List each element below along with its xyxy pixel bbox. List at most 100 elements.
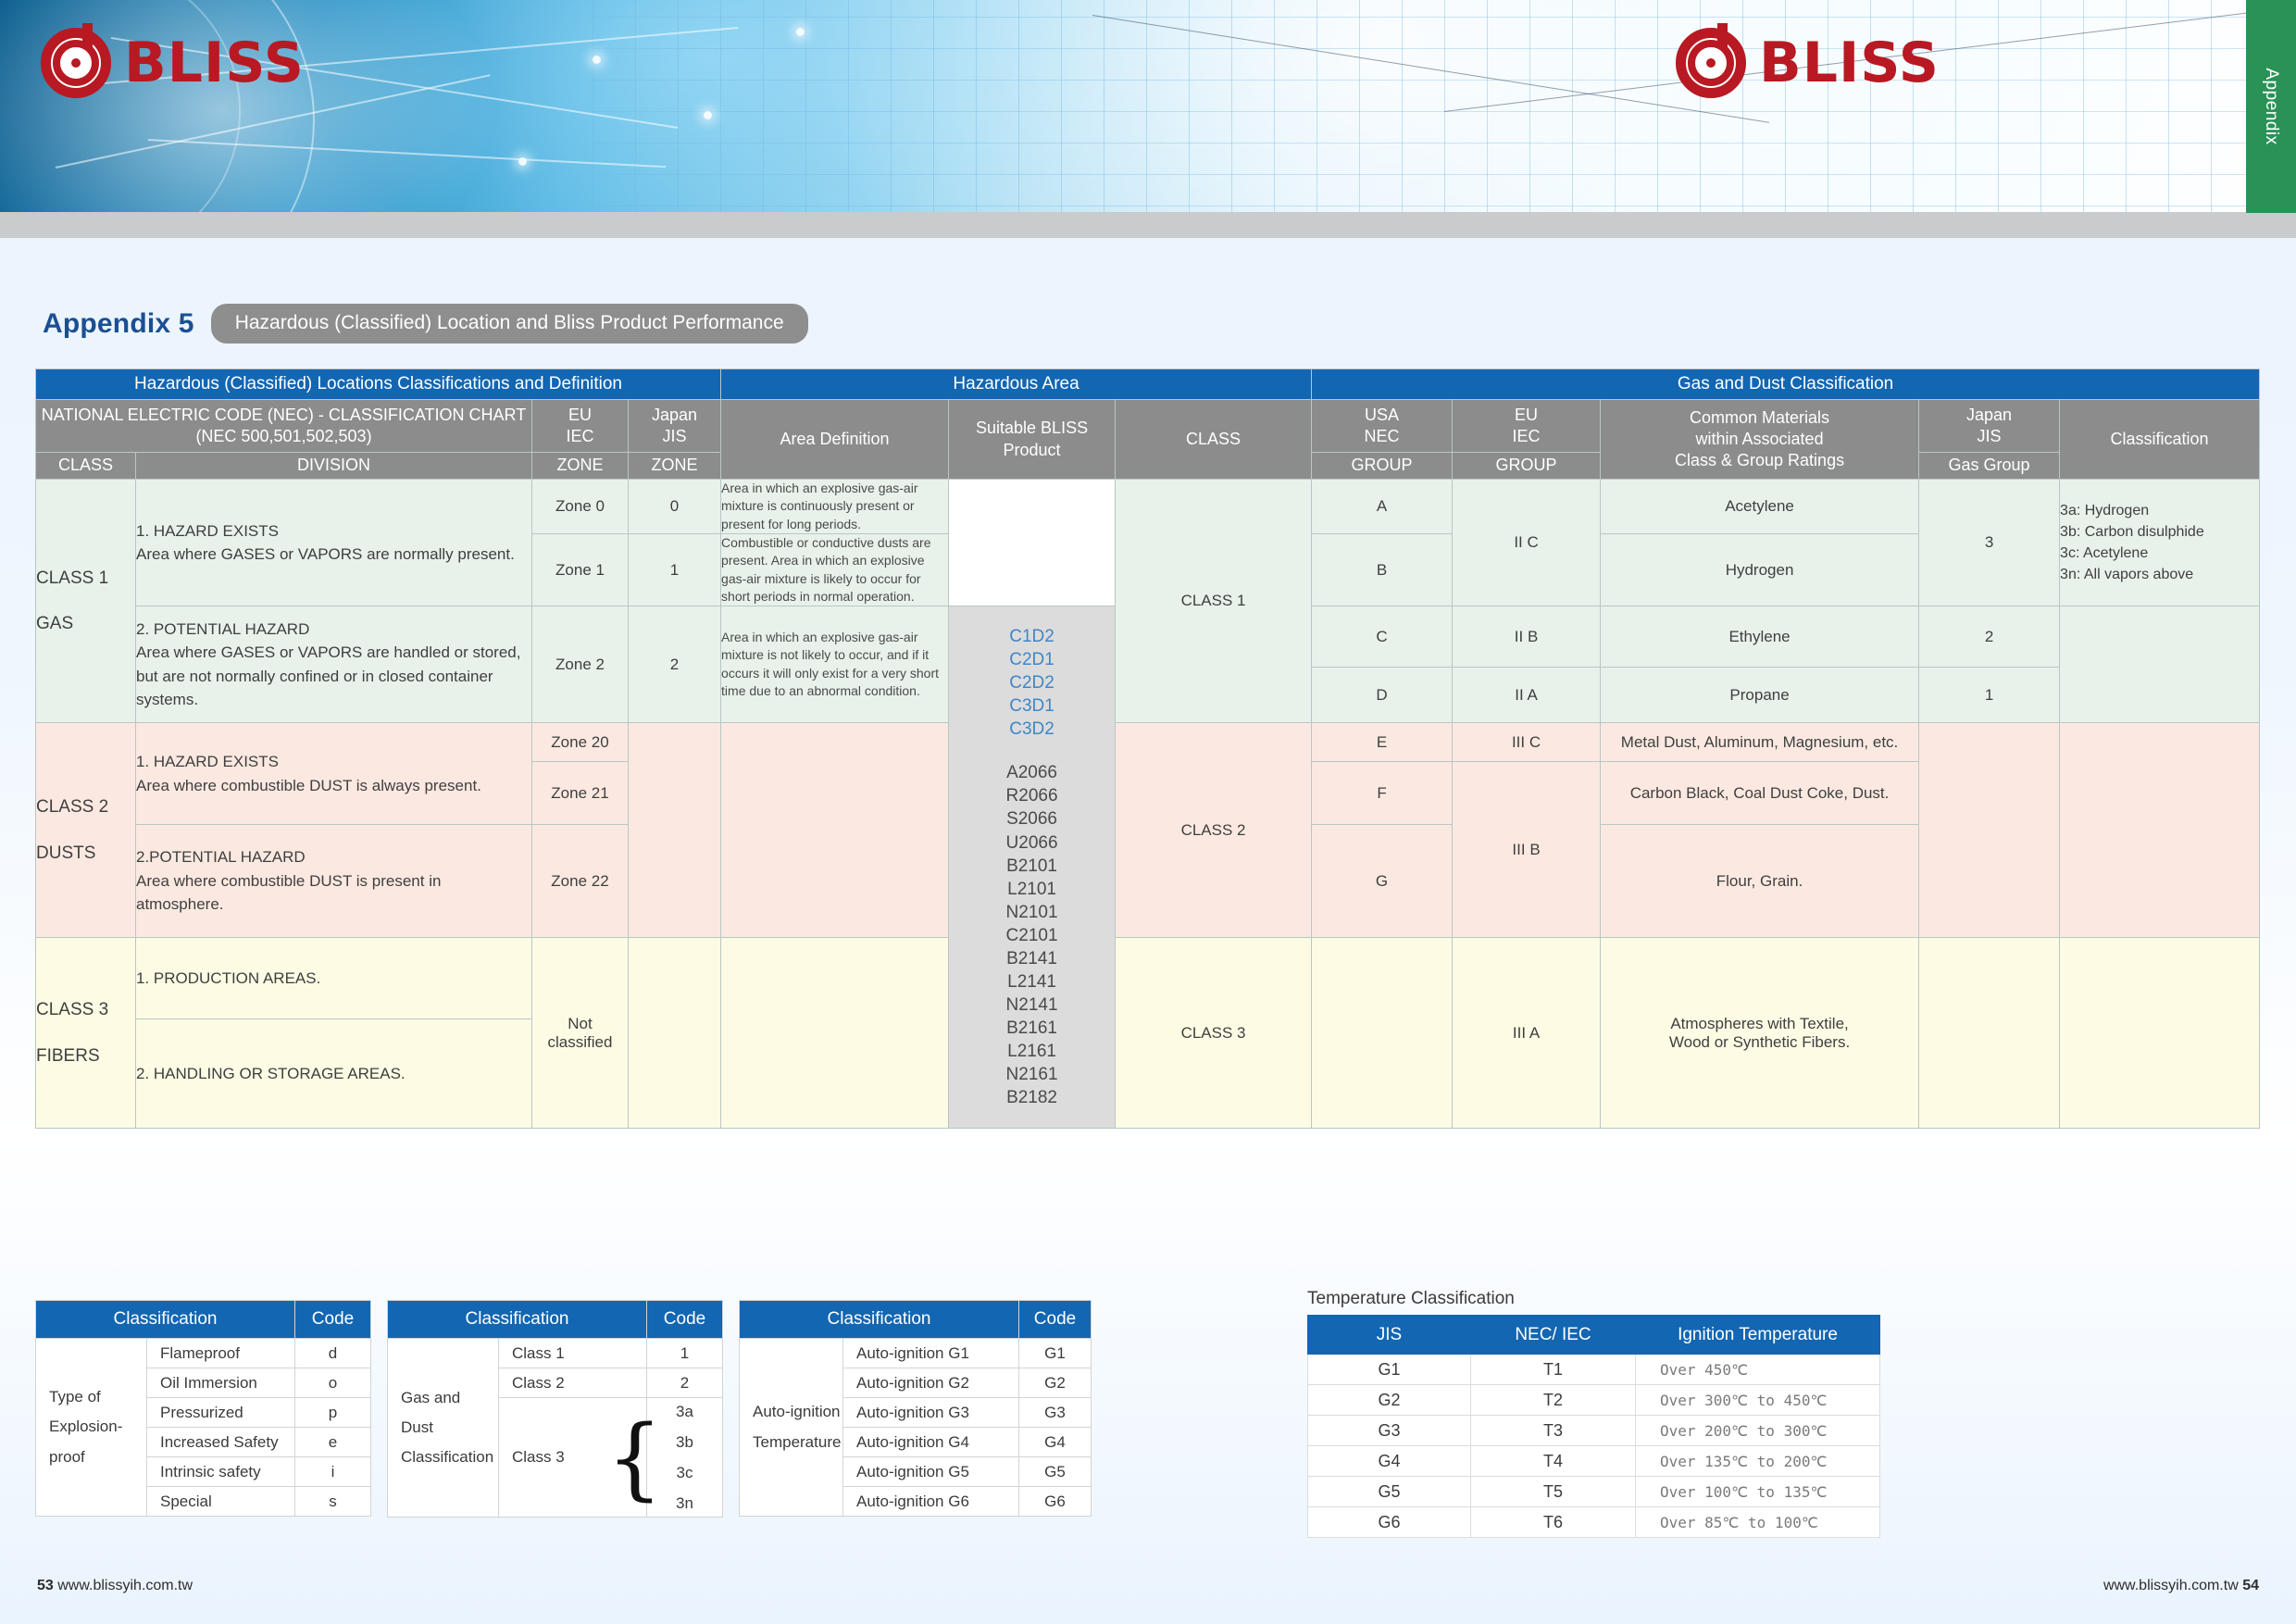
autoignition-name: Auto-ignition G4 (842, 1427, 1019, 1457)
class3-label-cell: CLASS 3 FIBERS (35, 937, 136, 1130)
col-header-japan-jis-gas: Japan JIS (1918, 399, 2061, 453)
class1-eu-zone-0: Zone 0 (531, 479, 629, 534)
class1-division2-title: 2. POTENTIAL HAZARD (136, 619, 310, 638)
eu-iec-group-line1: EU (1515, 405, 1539, 424)
class1-gasgroup-1: 1 (1918, 667, 2061, 724)
class1-label: CLASS 1 (36, 568, 109, 588)
table-row: G5 T5 Over 100℃ to 135℃ (1307, 1476, 1880, 1507)
temperature-value: Over 100℃ to 135℃ (1635, 1476, 1880, 1507)
autoignition-code: G3 (1018, 1397, 1092, 1428)
temperature-value: Over 300℃ to 450℃ (1635, 1384, 1880, 1416)
class2-jis-zone-empty (627, 722, 722, 939)
footer-right: www.blissyih.com.tw 54 (2103, 1578, 2259, 1594)
class1-type: GAS (36, 614, 74, 634)
class1-iec-iic: II C (1452, 478, 1602, 607)
gas-dust-code: 1 (646, 1338, 723, 1368)
product-code: L2141 (1007, 972, 1056, 992)
temperature-header-row: JIS NEC/ IEC Ignition Temperature (1307, 1315, 1880, 1355)
class1-area-def-1: Combustible or conductive dusts are pres… (720, 532, 950, 607)
table-row: Type of Explosion- proof Flameproof d (35, 1338, 371, 1517)
banner-dot (593, 56, 601, 64)
class1-iec-iib: II B (1452, 606, 1602, 668)
class3-zone-not-classified: Not classified (531, 937, 629, 1130)
col-header-eu-zone: ZONE (531, 452, 629, 480)
explosion-proof-header-code: Code (294, 1300, 371, 1339)
col-header-usa-nec: USA NEC (1311, 399, 1454, 453)
product-code: C1D2 (1009, 626, 1054, 646)
temperature-nec: T6 (1470, 1506, 1636, 1538)
class3-material-fibers: Atmospheres with Textile, Wood or Synthe… (1600, 937, 1920, 1130)
temperature-nec: T1 (1470, 1354, 1636, 1385)
col-header-nec-chart: NATIONAL ELECTRIC CODE (NEC) - CLASSIFIC… (35, 399, 532, 453)
class1-jis-zone-1: 1 (627, 532, 722, 607)
class3-type: FIBERS (36, 1045, 100, 1066)
product-code: C2101 (1005, 925, 1058, 945)
explosion-proof-header-row: Classification Code (35, 1300, 371, 1339)
class2-division1-cell: 1. HAZARD EXISTS Area where combustible … (135, 722, 532, 826)
logo-tick-icon (82, 23, 93, 47)
banner-dot (796, 28, 805, 36)
note-3a: 3a: Hydrogen (2060, 502, 2150, 518)
class1-group-b: B (1311, 532, 1454, 607)
class1-group-a: A (1311, 479, 1454, 534)
product-code: C2D2 (1009, 673, 1054, 693)
autoignition-code: G4 (1018, 1427, 1092, 1457)
footer-left: 53 www.blissyih.com.tw (37, 1578, 193, 1594)
explosion-proof-name: Intrinsic safety (146, 1456, 295, 1487)
class2-eu-zone-21: Zone 21 (531, 761, 629, 826)
temperature-jis: G1 (1307, 1354, 1471, 1385)
class3-division1-cell: 1. PRODUCTION AREAS. (135, 937, 532, 1020)
autoignition-header-row: Classification Code (739, 1300, 1092, 1339)
class2-group-e: E (1311, 722, 1454, 763)
product-code: N2161 (1005, 1065, 1058, 1085)
class3-group-empty (1311, 937, 1454, 1130)
product-list-gap (949, 741, 1115, 761)
table-row-class3-production: CLASS 3 FIBERS 1. PRODUCTION AREAS. Not … (35, 937, 2261, 1130)
autoignition-code: G1 (1018, 1338, 1092, 1368)
col-header-ha-class: CLASS (1115, 399, 1313, 480)
explosion-proof-name: Oil Immersion (146, 1368, 295, 1398)
class1-eu-zone-1: Zone 1 (531, 532, 629, 607)
class3-area-def-empty (720, 937, 950, 1130)
col-header-common-materials: Common Materials within Associated Class… (1600, 399, 1920, 480)
gas-dust-header-row: Classification Code (387, 1300, 723, 1339)
note-3b: 3b: Carbon disulphide (2060, 523, 2204, 540)
explosion-proof-code: p (294, 1397, 371, 1428)
col-header-class: CLASS (35, 452, 136, 480)
temperature-value: Over 200℃ to 300℃ (1635, 1415, 1880, 1446)
usa-nec-line2: NEC (1364, 427, 1400, 445)
class2-label: CLASS 2 (36, 797, 109, 818)
table-col-header-row-1: NATIONAL ELECTRIC CODE (NEC) - CLASSIFIC… (35, 399, 2261, 480)
col-header-classification: Classification (2059, 399, 2261, 480)
explosion-proof-name: Increased Safety (146, 1427, 295, 1457)
explosion-proof-name: Pressurized (146, 1397, 295, 1428)
japan-jis-line2: JIS (662, 427, 687, 445)
table-row: G4 T4 Over 135℃ to 200℃ (1307, 1445, 1880, 1477)
table-row: Auto-ignition Temperature Auto-ignition … (739, 1338, 1092, 1517)
class2-label-cell: CLASS 2 DUSTS (35, 722, 136, 939)
product-code: C3D1 (1009, 696, 1054, 717)
brand-name: BLISS (1759, 31, 1940, 95)
logo-left: BLISS (41, 23, 305, 98)
table-row-class2-zone20: CLASS 2 DUSTS 1. HAZARD EXISTS Area wher… (35, 722, 2261, 939)
page-root: BLISS BLISS Appendix Appendix 5 Hazardou… (0, 0, 2296, 1624)
product-code: L2101 (1007, 879, 1056, 899)
autoignition-name: Auto-ignition G5 (842, 1456, 1019, 1487)
footer-right-url: www.blissyih.com.tw (2103, 1578, 2239, 1593)
class2-group-f: F (1311, 761, 1454, 826)
class3-material-line1: Atmospheres with Textile, (1670, 1014, 1849, 1032)
autoignition-code: G2 (1018, 1368, 1092, 1398)
product-code: L2161 (1007, 1042, 1056, 1062)
temperature-header-nec-iec: NEC/ IEC (1470, 1315, 1636, 1355)
common-materials-line2: within Associated (1695, 429, 1824, 448)
product-code: N2101 (1005, 902, 1058, 922)
japan-jis-gas-line1: Japan (1966, 405, 2013, 424)
autoignition-name: Auto-ignition G3 (842, 1397, 1019, 1428)
class1-iec-iia: II A (1452, 667, 1602, 724)
product-cell-spacer (948, 478, 1117, 607)
group-header-gas-dust: Gas and Dust Classification (1311, 369, 2261, 400)
class1-classification-notes: 3a: Hydrogen 3b: Carbon disulphide 3c: A… (2059, 478, 2261, 607)
class2-division2-cell: 2.POTENTIAL HAZARD Area where combustibl… (135, 824, 532, 939)
explosion-proof-row-label: Type of Explosion- proof (35, 1338, 147, 1517)
gas-dust-label-line3: Classification (401, 1448, 494, 1467)
